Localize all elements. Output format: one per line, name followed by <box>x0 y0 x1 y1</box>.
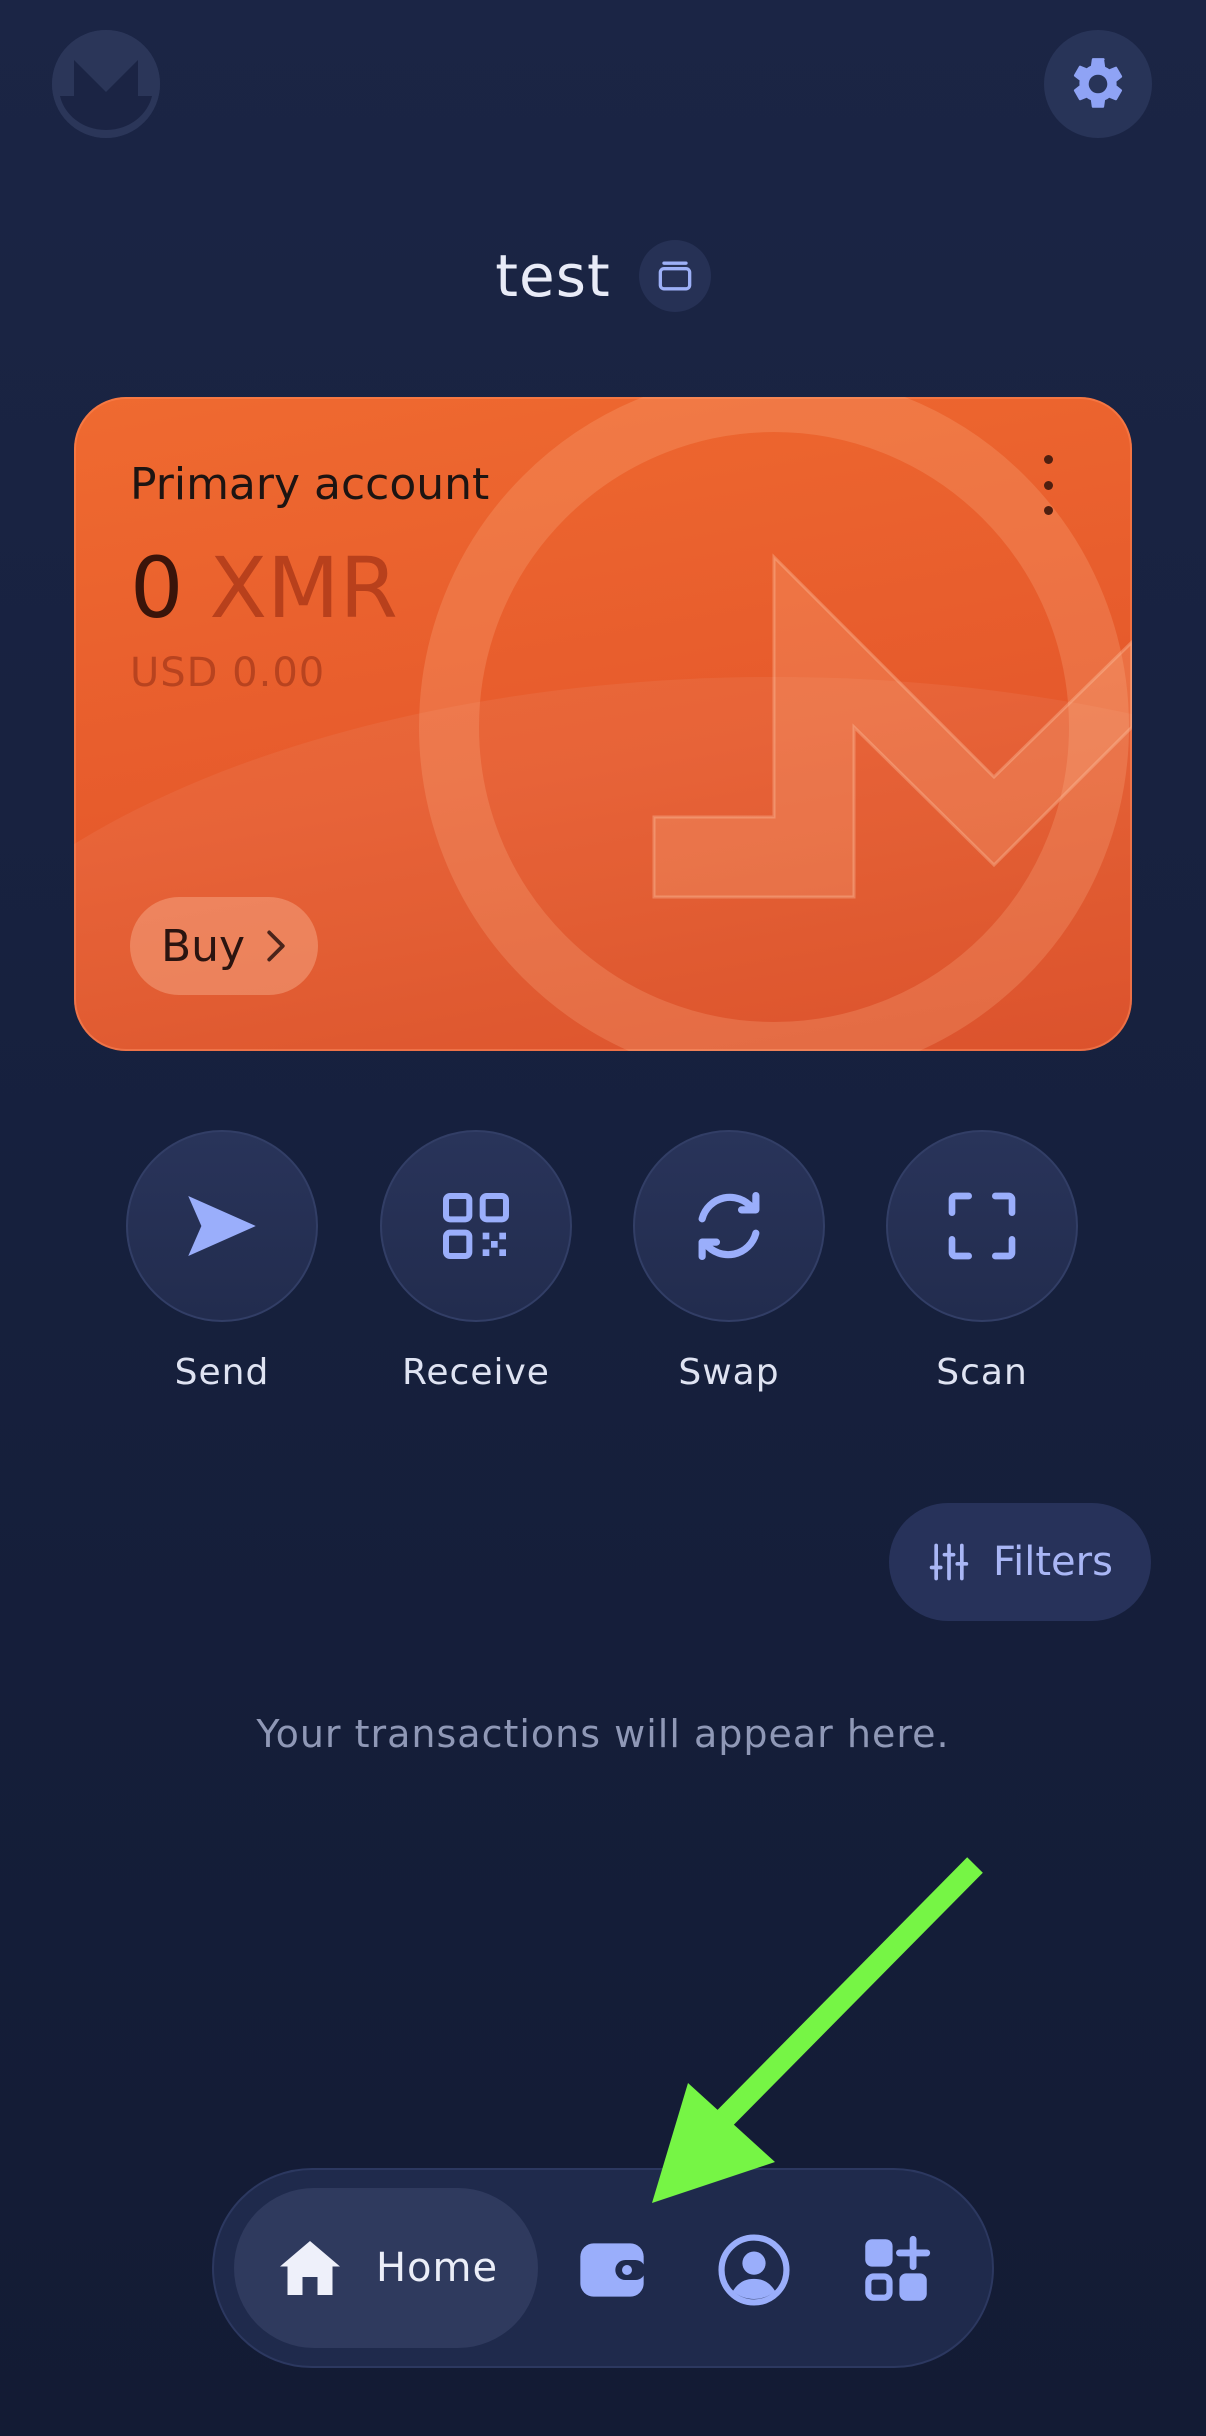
scan-button[interactable] <box>886 1130 1078 1322</box>
send-action[interactable]: Send <box>126 1130 318 1393</box>
home-icon <box>279 2241 340 2295</box>
scan-icon <box>948 1192 1016 1260</box>
empty-transactions-message: Your transactions will appear here. <box>256 1712 950 1756</box>
receive-action[interactable]: Receive <box>380 1130 572 1393</box>
wallet-switch-button[interactable] <box>638 240 711 312</box>
balance-amount: 0 <box>130 539 184 637</box>
bottom-navigation: Home <box>212 2168 994 2368</box>
qr-code-icon <box>443 1193 509 1259</box>
scan-label: Scan <box>936 1352 1028 1393</box>
card-menu-button[interactable] <box>1036 455 1060 515</box>
nav-home[interactable]: Home <box>234 2188 538 2348</box>
monero-logo-button[interactable] <box>52 30 160 138</box>
receive-button[interactable] <box>380 1130 572 1322</box>
wallet-switch-icon <box>658 261 692 291</box>
more-dot <box>1043 506 1053 515</box>
nav-wallet[interactable] <box>564 2222 660 2318</box>
wallet-icon <box>580 2243 646 2297</box>
send-label: Send <box>174 1352 270 1393</box>
swap-action[interactable]: Swap <box>633 1130 825 1393</box>
nav-account[interactable] <box>706 2222 802 2318</box>
wallet-name[interactable]: test <box>495 242 610 310</box>
buy-label: Buy <box>160 920 246 972</box>
account-icon <box>718 2234 790 2306</box>
account-title: Primary account <box>130 459 490 510</box>
send-icon <box>188 1196 256 1256</box>
monero-logo-icon <box>52 30 160 138</box>
fiat-balance: USD 0.00 <box>130 650 326 696</box>
send-button[interactable] <box>126 1130 318 1322</box>
settings-button[interactable] <box>1044 30 1152 138</box>
nav-apps[interactable] <box>848 2222 944 2318</box>
wallet-header: test <box>0 240 1206 312</box>
receive-label: Receive <box>402 1352 550 1393</box>
swap-button[interactable] <box>633 1130 825 1322</box>
sliders-icon <box>929 1543 969 1581</box>
nav-home-label: Home <box>375 2245 499 2291</box>
balance-unit: XMR <box>209 539 398 637</box>
apps-icon <box>865 2235 931 2301</box>
swap-label: Swap <box>678 1352 780 1393</box>
account-card[interactable]: Primary account 0 XMR USD 0.00 Buy <box>74 397 1132 1051</box>
filters-button[interactable]: Filters <box>889 1503 1151 1621</box>
quick-actions: Send Receive Swap Scan <box>0 1130 1206 1400</box>
chevron-right-icon <box>267 930 285 962</box>
filters-label: Filters <box>993 1539 1113 1585</box>
more-vertical-icon <box>1043 455 1053 464</box>
scan-action[interactable]: Scan <box>886 1130 1078 1393</box>
swap-icon <box>698 1191 760 1261</box>
balance: 0 XMR <box>130 539 398 637</box>
gear-icon <box>1073 58 1123 108</box>
more-dot <box>1043 480 1053 490</box>
buy-button[interactable]: Buy <box>130 897 318 995</box>
